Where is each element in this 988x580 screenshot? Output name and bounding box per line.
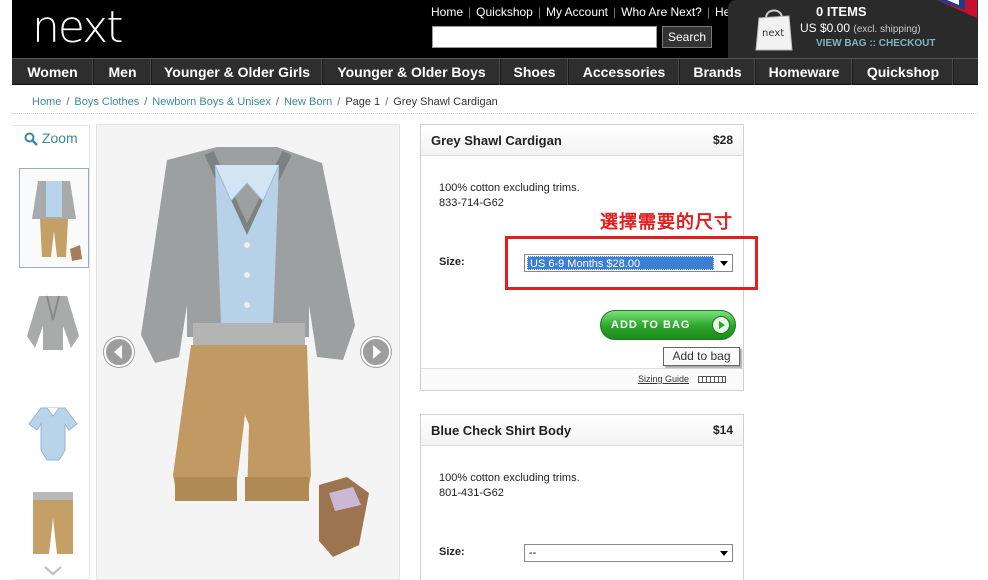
product-code: 833-714-G62: [439, 197, 504, 209]
product-price: $28: [712, 133, 733, 147]
nav-women[interactable]: Women: [12, 59, 94, 85]
nav-homeware[interactable]: Homeware: [756, 59, 853, 85]
add-to-bag-button[interactable]: ADD TO BAG: [600, 310, 736, 340]
add-to-bag-tooltip: Add to bag: [663, 347, 740, 366]
nav-men[interactable]: Men: [94, 59, 152, 85]
top-link-home[interactable]: Home: [431, 5, 463, 19]
top-link-quickshop[interactable]: Quickshop: [476, 5, 533, 19]
bag-shipping-note: (excl. shipping): [853, 24, 921, 35]
outfit-illustration: [97, 125, 399, 579]
chevron-down-icon[interactable]: [44, 566, 62, 576]
description-text: 100% cotton excluding trims.: [439, 182, 580, 194]
breadcrumb-current: Grey Shawl Cardigan: [393, 96, 498, 108]
annotation-text: 選擇需要的尺寸: [600, 212, 733, 232]
search-input[interactable]: [432, 26, 657, 48]
product-header: Blue Check Shirt Body $14: [421, 415, 743, 446]
breadcrumb-boys-clothes[interactable]: Boys Clothes: [74, 96, 139, 108]
country-flag-icon[interactable]: [935, 0, 977, 18]
top-link-who-are-next[interactable]: Who Are Next?: [621, 5, 702, 19]
top-links: Home | Quickshop | My Account | Who Are Next? |…: [431, 5, 740, 19]
breadcrumb-new-born[interactable]: New Born: [284, 96, 332, 108]
panel-footer: [421, 368, 743, 390]
nav-boys[interactable]: Younger & Older Boys: [323, 59, 501, 85]
breadcrumb-newborn[interactable]: Newborn Boys & Unisex: [152, 96, 271, 108]
bag-items-count: 0 ITEMS: [816, 4, 867, 19]
previous-image-button[interactable]: [103, 336, 135, 368]
arrow-right-icon: [361, 337, 391, 367]
product-name: Grey Shawl Cardigan: [431, 133, 562, 148]
top-link-my-account[interactable]: My Account: [546, 5, 608, 19]
thumbnail-shirt-body[interactable]: [19, 384, 89, 484]
add-to-bag-label: ADD TO BAG: [611, 319, 691, 331]
sizing-guide-link[interactable]: Sizing Guide: [638, 374, 689, 384]
magnifier-icon: [24, 132, 38, 147]
bag-total-amount: US $0.00: [800, 21, 851, 35]
main-nav: Women Men Younger & Older Girls Younger …: [12, 58, 978, 85]
site-header: next Home | Quickshop | My Account | Who Are N…: [12, 0, 978, 58]
size-label: Size:: [439, 256, 465, 268]
zoom-label: Zoom: [41, 130, 78, 146]
size-selected-value: --: [529, 547, 537, 559]
product-price: $14: [712, 423, 733, 437]
bag-total: US $0.00 (excl. shipping): [800, 21, 921, 35]
nav-shoes[interactable]: Shoes: [501, 59, 569, 85]
breadcrumb: Home / Boys Clothes / Newborn Boys & Unisex /…: [32, 96, 498, 108]
thumbnail-cardigan[interactable]: [19, 274, 89, 374]
view-bag-checkout-link[interactable]: VIEW BAG :: CHECKOUT: [816, 38, 935, 49]
size-select[interactable]: --: [524, 544, 733, 562]
nav-quickshop[interactable]: Quickshop: [853, 59, 954, 85]
product-header: Grey Shawl Cardigan $28: [421, 125, 743, 156]
breadcrumb-page: Page 1: [345, 96, 381, 108]
product-page: next Home | Quickshop | My Account | Who Are N…: [0, 0, 988, 580]
product-description: 100% cotton excluding trims. 833-714-G62: [439, 181, 580, 211]
product-panel-shirt-body: Blue Check Shirt Body $14 100% cotton ex…: [420, 414, 744, 580]
ruler-icon[interactable]: [698, 376, 726, 383]
product-name: Blue Check Shirt Body: [431, 423, 572, 438]
main-product-image: [96, 124, 400, 580]
breadcrumb-home[interactable]: Home: [32, 96, 61, 108]
play-arrow-icon: [712, 316, 730, 334]
arrow-left-icon: [104, 337, 134, 367]
thumbnail-strip: [12, 125, 90, 580]
nav-brands[interactable]: Brands: [680, 59, 756, 85]
size-label: Size:: [439, 546, 465, 558]
next-image-button[interactable]: [360, 336, 392, 368]
shopping-bag-icon[interactable]: next: [754, 4, 794, 52]
next-logo[interactable]: next: [32, 2, 123, 53]
product-description: 100% cotton excluding trims. 801-431-G62: [439, 471, 580, 501]
search-button[interactable]: Search: [662, 26, 712, 48]
thumbnail-outfit[interactable]: [19, 168, 89, 268]
dropdown-arrow-icon: [720, 551, 728, 556]
product-code: 801-431-G62: [439, 487, 504, 499]
nav-girls[interactable]: Younger & Older Girls: [152, 59, 323, 85]
annotation-highlight-box: [505, 236, 758, 290]
description-text: 100% cotton excluding trims.: [439, 472, 580, 484]
nav-accessories[interactable]: Accessories: [569, 59, 680, 85]
zoom-link[interactable]: Zoom: [24, 130, 78, 147]
bag-logo-text: next: [762, 28, 784, 39]
breadcrumb-divider: [12, 113, 978, 114]
